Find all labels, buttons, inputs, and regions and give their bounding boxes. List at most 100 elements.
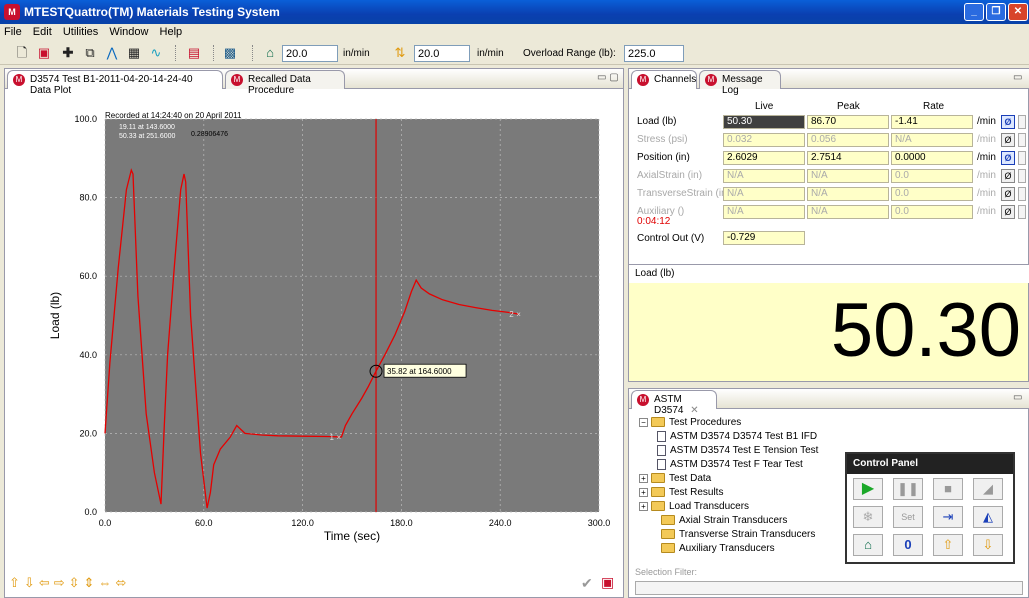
jog-down-button[interactable]: ⇩ bbox=[973, 534, 1003, 556]
panel-minmax-icon[interactable]: ▭ ▢ bbox=[597, 72, 619, 83]
expand-vertical-icon[interactable]: ⇳ bbox=[69, 575, 84, 590]
expand-horizontal-icon[interactable]: ⇔ bbox=[98, 575, 115, 590]
home-speed-input[interactable] bbox=[282, 45, 338, 62]
tree-item[interactable]: Transverse Strain Transducers bbox=[639, 528, 849, 542]
x-tick-label: 60.0 bbox=[195, 518, 213, 528]
window-title: MTESTQuattro(TM) Materials Testing Syste… bbox=[24, 5, 280, 19]
add-icon[interactable]: ✚ bbox=[60, 45, 76, 61]
minimize-button[interactable]: _ bbox=[964, 3, 984, 21]
pan-up-icon[interactable]: ⇧ bbox=[9, 575, 24, 590]
menu-utilities[interactable]: Utilities bbox=[59, 24, 102, 38]
channel-option-box[interactable] bbox=[1018, 205, 1026, 219]
tree-item-label: Transverse Strain Transducers bbox=[679, 529, 816, 540]
rate-header: Rate bbox=[923, 101, 945, 112]
tree-item[interactable]: ASTM D3574 Test E Tension Test bbox=[639, 444, 849, 458]
limit-button[interactable]: ◭ bbox=[973, 506, 1003, 528]
pan-down-icon[interactable]: ⇩ bbox=[24, 575, 39, 590]
channel-peak-value: N/A bbox=[807, 169, 889, 183]
menu-edit[interactable]: Edit bbox=[29, 24, 56, 38]
pause-button[interactable]: ❚❚ bbox=[893, 478, 923, 500]
folder-icon bbox=[651, 417, 665, 428]
jog-icon[interactable]: ⇅ bbox=[392, 45, 408, 61]
channel-label: Stress (psi) bbox=[637, 134, 688, 145]
tree-item[interactable]: ASTM D3574 D3574 Test B1 IFD bbox=[639, 430, 849, 444]
tree-item[interactable]: + Test Data bbox=[639, 472, 849, 486]
tree-item[interactable]: − Test Procedures bbox=[639, 416, 849, 430]
stop-button[interactable]: ■ bbox=[933, 478, 963, 500]
crosshead-button[interactable]: ⇥ bbox=[933, 506, 963, 528]
pan-left-icon[interactable]: ⇦ bbox=[39, 575, 54, 590]
tree-item-label: Load Transducers bbox=[669, 501, 750, 512]
zero-channel-button[interactable]: Ø bbox=[1001, 205, 1015, 219]
zero-button[interactable]: 0 bbox=[893, 534, 923, 556]
channel-option-box[interactable] bbox=[1018, 115, 1026, 129]
expand-icon[interactable]: + bbox=[639, 501, 648, 511]
channel-option-box[interactable] bbox=[1018, 169, 1026, 183]
report-icon[interactable]: ▤ bbox=[186, 45, 202, 61]
tree-item[interactable]: ASTM D3574 Test F Tear Test bbox=[639, 458, 849, 472]
zero-channel-button[interactable]: Ø bbox=[1001, 151, 1015, 165]
expand-icon[interactable]: + bbox=[639, 487, 648, 497]
procedure-doc-icon bbox=[657, 444, 666, 456]
home-button[interactable]: ⌂ bbox=[853, 534, 883, 556]
set-button[interactable]: Set bbox=[893, 506, 923, 528]
tab-data-plot[interactable]: M D3574 Test B1-2011-04-20-14-24-40 Data… bbox=[7, 70, 223, 96]
accept-check-icon[interactable]: ✔ bbox=[581, 575, 593, 592]
tab-channels[interactable]: M Channels bbox=[631, 70, 697, 89]
collapse-icon[interactable]: − bbox=[639, 417, 648, 427]
pan-right-icon[interactable]: ⇨ bbox=[54, 575, 69, 590]
jog-up-button[interactable]: ⇧ bbox=[933, 534, 963, 556]
panel-minmax-icon[interactable]: ▭ bbox=[1013, 392, 1022, 403]
channel-live-value: N/A bbox=[723, 169, 805, 183]
expand-icon[interactable]: + bbox=[639, 473, 648, 483]
layout-grid-icon[interactable]: ▩ bbox=[222, 45, 238, 61]
procedure-doc-icon bbox=[657, 458, 666, 470]
home-icon[interactable]: ⌂ bbox=[262, 45, 278, 61]
y-tick-label: 40.0 bbox=[79, 350, 97, 360]
channel-option-box[interactable] bbox=[1018, 133, 1026, 147]
tree-item[interactable]: + Load Transducers bbox=[639, 500, 849, 514]
freeze-button[interactable]: ❄ bbox=[853, 506, 883, 528]
load-time-chart[interactable]: 0.0 60.0 120.0 180.0 240.0 300.00.020.040.060… bbox=[5, 91, 623, 569]
overload-range-input[interactable] bbox=[624, 45, 684, 62]
tab-message-log[interactable]: M Message Log bbox=[699, 70, 781, 96]
zero-channel-button[interactable]: Ø bbox=[1001, 133, 1015, 147]
save-icon[interactable]: ▣ bbox=[601, 574, 614, 591]
channel-label: AxialStrain (in) bbox=[637, 170, 703, 181]
app-tab-icon: M bbox=[637, 74, 649, 86]
table-icon[interactable]: ▦ bbox=[126, 45, 142, 61]
ramp-button[interactable]: ◢ bbox=[973, 478, 1003, 500]
close-tab-icon[interactable]: ✕ bbox=[690, 405, 698, 416]
channel-peak-value: N/A bbox=[807, 187, 889, 201]
marker-difference: 0.28906476 bbox=[191, 131, 228, 138]
tree-item[interactable]: Auxiliary Transducers bbox=[639, 542, 849, 556]
channel-option-box[interactable] bbox=[1018, 187, 1026, 201]
maximize-button[interactable]: ❐ bbox=[986, 3, 1006, 21]
copy-icon[interactable]: ⧉ bbox=[82, 45, 98, 61]
marker2-label: 2 bbox=[509, 310, 514, 319]
close-button[interactable]: ✕ bbox=[1008, 3, 1028, 21]
new-file-icon[interactable]: 🗋 bbox=[14, 45, 30, 61]
zero-channel-button[interactable]: Ø bbox=[1001, 115, 1015, 129]
channel-option-box[interactable] bbox=[1018, 151, 1026, 165]
rate-unit: /min bbox=[977, 152, 996, 163]
tree-item[interactable]: Axial Strain Transducers bbox=[639, 514, 849, 528]
collapse-vertical-icon[interactable]: ⇕ bbox=[84, 575, 99, 590]
selection-filter-input[interactable] bbox=[635, 581, 1023, 595]
zero-channel-button[interactable]: Ø bbox=[1001, 187, 1015, 201]
menu-help[interactable]: Help bbox=[156, 24, 187, 38]
start-button[interactable]: ▶ bbox=[853, 478, 883, 500]
plot-peak-icon[interactable]: ⋀ bbox=[104, 45, 120, 61]
jog-speed-input[interactable] bbox=[414, 45, 470, 62]
open-test-icon[interactable]: ▣ bbox=[36, 45, 52, 61]
menu-window[interactable]: Window bbox=[105, 24, 152, 38]
tree-item[interactable]: + Test Results bbox=[639, 486, 849, 500]
menu-file[interactable]: File bbox=[0, 24, 26, 38]
tab-recalled-data[interactable]: M Recalled Data Procedure bbox=[225, 70, 345, 96]
panel-minmax-icon[interactable]: ▭ bbox=[1013, 72, 1022, 83]
marker1-readout: 19.11 at 143.6000 bbox=[119, 124, 175, 131]
wave-icon[interactable]: ∿ bbox=[148, 45, 164, 61]
zero-channel-button[interactable]: Ø bbox=[1001, 169, 1015, 183]
tab-astm-d3574[interactable]: M ASTM D3574 ✕ bbox=[631, 390, 717, 416]
collapse-horizontal-icon[interactable]: ⬄ bbox=[115, 575, 130, 590]
